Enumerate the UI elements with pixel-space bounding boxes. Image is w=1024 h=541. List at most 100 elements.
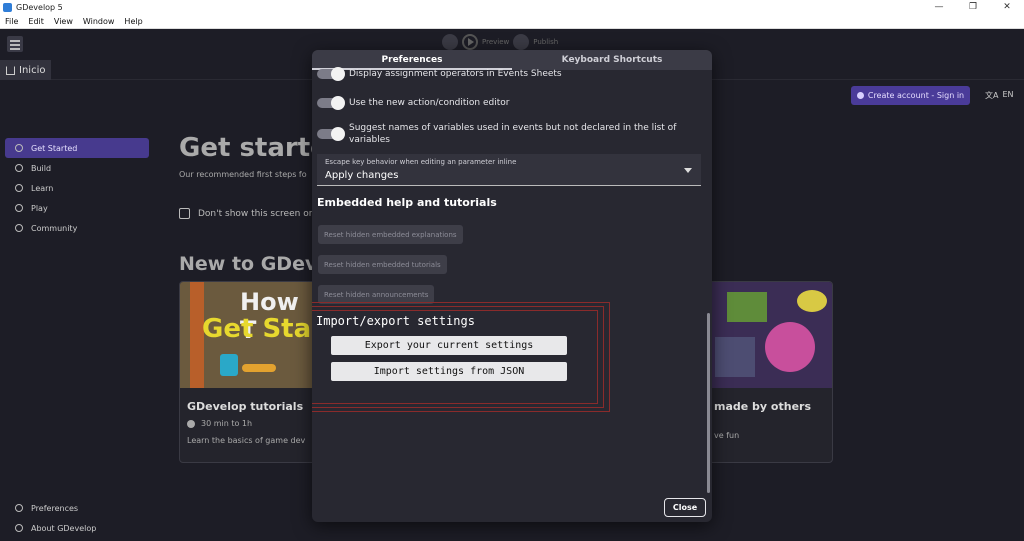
create-account-label: Create account - Sign in <box>867 91 965 100</box>
sidebar-item-label: Play <box>31 203 48 213</box>
dialog-tabs: Preferences Keyboard Shortcuts <box>312 50 712 70</box>
card-title: made by others <box>714 400 812 413</box>
tutorials-card[interactable]: How T Get Sta GDevelop tutorials 30 min … <box>179 281 319 463</box>
toggle-assignment-operators[interactable]: Display assignment operators in Events S… <box>317 67 677 81</box>
chevron-down-icon <box>684 168 692 173</box>
window-titlebar: GDevelop 5 — ❐ ✕ <box>0 0 1024 15</box>
sidebar-item-about[interactable]: About GDevelop <box>5 518 149 538</box>
sidebar-item-build[interactable]: Build <box>5 158 149 178</box>
maximize-button[interactable]: ❐ <box>956 0 990 15</box>
window-controls: — ❐ ✕ <box>922 0 1024 15</box>
home-icon <box>6 65 15 75</box>
gdevelop-app-icon <box>3 3 12 12</box>
dialog-scrollbar[interactable] <box>707 313 710 493</box>
preview-button[interactable]: Preview <box>482 38 509 46</box>
menu-file[interactable]: File <box>0 17 23 26</box>
import-settings-button[interactable]: Import settings from JSON <box>331 362 567 381</box>
robot-character-icon <box>220 354 238 376</box>
sidebar-item-preferences[interactable]: Preferences <box>5 498 149 518</box>
sidebar-item-label: Preferences <box>31 503 79 513</box>
import-export-title: Import/export settings <box>316 314 475 328</box>
toggle-label: Use the new action/condition editor <box>349 98 510 108</box>
debug-icon[interactable] <box>442 34 458 50</box>
tab-preferences[interactable]: Preferences <box>312 50 512 70</box>
clock-icon <box>187 419 195 428</box>
card-description: ve fun <box>714 431 740 440</box>
user-icon <box>856 92 864 99</box>
toggle-switch[interactable] <box>317 127 345 141</box>
gdevelop-icon <box>15 524 23 532</box>
menu-edit[interactable]: Edit <box>23 17 49 26</box>
menu-view[interactable]: View <box>49 17 78 26</box>
sidebar: Get Started Build Learn Play Community <box>5 138 149 238</box>
hammer-icon <box>15 164 23 172</box>
preferences-dialog: Preferences Keyboard Shortcuts Display a… <box>312 50 712 522</box>
toggle-switch[interactable] <box>317 67 345 81</box>
dont-show-checkbox[interactable] <box>179 208 190 219</box>
card-description: Learn the basics of game dev <box>187 436 306 445</box>
gear-icon <box>15 504 23 512</box>
create-account-button[interactable]: Create account - Sign in <box>851 86 970 105</box>
games-thumbnail <box>707 282 832 388</box>
thumbnail-shape <box>765 322 815 372</box>
toggle-new-editor[interactable]: Use the new action/condition editor <box>317 96 677 110</box>
tab-keyboard-shortcuts[interactable]: Keyboard Shortcuts <box>512 50 712 70</box>
select-value: Apply changes <box>325 170 399 181</box>
window-title: GDevelop 5 <box>16 3 63 12</box>
escape-behavior-select[interactable]: Escape key behavior when editing an para… <box>317 154 701 186</box>
menu-bar: File Edit View Window Help <box>0 15 1024 29</box>
language-selector[interactable]: 文A EN <box>985 90 1014 101</box>
publish-icon[interactable] <box>513 34 530 50</box>
close-window-button[interactable]: ✕ <box>990 0 1024 15</box>
graduation-icon <box>15 184 23 192</box>
dont-show-option[interactable]: Don't show this screen on <box>179 208 314 219</box>
card-meta: 30 min to 1h <box>180 417 318 430</box>
games-card[interactable]: made by others ve fun <box>706 281 833 463</box>
minimize-button[interactable]: — <box>922 0 956 15</box>
close-button[interactable]: Close <box>664 498 706 517</box>
sidebar-item-label: About GDevelop <box>31 523 97 533</box>
toggle-label: Display assignment operators in Events S… <box>349 69 562 79</box>
tutorial-thumbnail: How T Get Sta <box>180 282 318 388</box>
project-manager-icon[interactable] <box>7 36 23 52</box>
sparkle-icon <box>15 144 23 152</box>
toggle-label: Suggest names of variables used in event… <box>349 123 677 145</box>
sidebar-item-learn[interactable]: Learn <box>5 178 149 198</box>
thumbnail-shape <box>727 292 767 322</box>
sidebar-item-label: Learn <box>31 183 54 193</box>
select-label: Escape key behavior when editing an para… <box>325 158 517 166</box>
thumbnail-shape <box>797 290 827 312</box>
reset-tutorials-button[interactable]: Reset hidden embedded tutorials <box>318 255 447 274</box>
sidebar-bottom: Preferences About GDevelop <box>5 498 149 538</box>
embedded-section-title: Embedded help and tutorials <box>317 196 497 209</box>
thumbnail-shape <box>715 337 755 377</box>
play-icon[interactable] <box>462 34 478 50</box>
sidebar-item-label: Community <box>31 223 78 233</box>
sidebar-item-play[interactable]: Play <box>5 198 149 218</box>
page-title: Get starte <box>179 133 328 163</box>
key-icon <box>242 364 276 372</box>
toggle-suggest-variables[interactable]: Suggest names of variables used in event… <box>317 122 677 146</box>
home-tab-label: Inicio <box>19 64 46 76</box>
dont-show-label: Don't show this screen on <box>198 208 315 219</box>
language-label: EN <box>1002 90 1014 99</box>
preview-publish-group: Preview Publish <box>442 34 558 50</box>
card-duration: 30 min to 1h <box>201 419 253 428</box>
page-subtitle: Our recommended first steps fo <box>179 170 307 179</box>
export-settings-button[interactable]: Export your current settings <box>331 336 567 355</box>
toggle-switch[interactable] <box>317 96 345 110</box>
gamepad-icon <box>15 204 23 212</box>
menu-window[interactable]: Window <box>78 17 120 26</box>
globe-icon <box>15 224 23 232</box>
sidebar-item-label: Build <box>31 163 52 173</box>
thumbnail-text-bottom: Get Sta <box>202 314 312 344</box>
reset-explanations-button[interactable]: Reset hidden embedded explanations <box>318 225 463 244</box>
sidebar-item-get-started[interactable]: Get Started <box>5 138 149 158</box>
card-title: GDevelop tutorials <box>187 400 304 413</box>
menu-help[interactable]: Help <box>119 17 147 26</box>
translate-icon: 文A <box>985 91 999 100</box>
sidebar-item-community[interactable]: Community <box>5 218 149 238</box>
tab-home[interactable]: Inicio <box>0 60 52 80</box>
publish-button[interactable]: Publish <box>533 38 558 46</box>
sidebar-item-label: Get Started <box>31 143 78 153</box>
